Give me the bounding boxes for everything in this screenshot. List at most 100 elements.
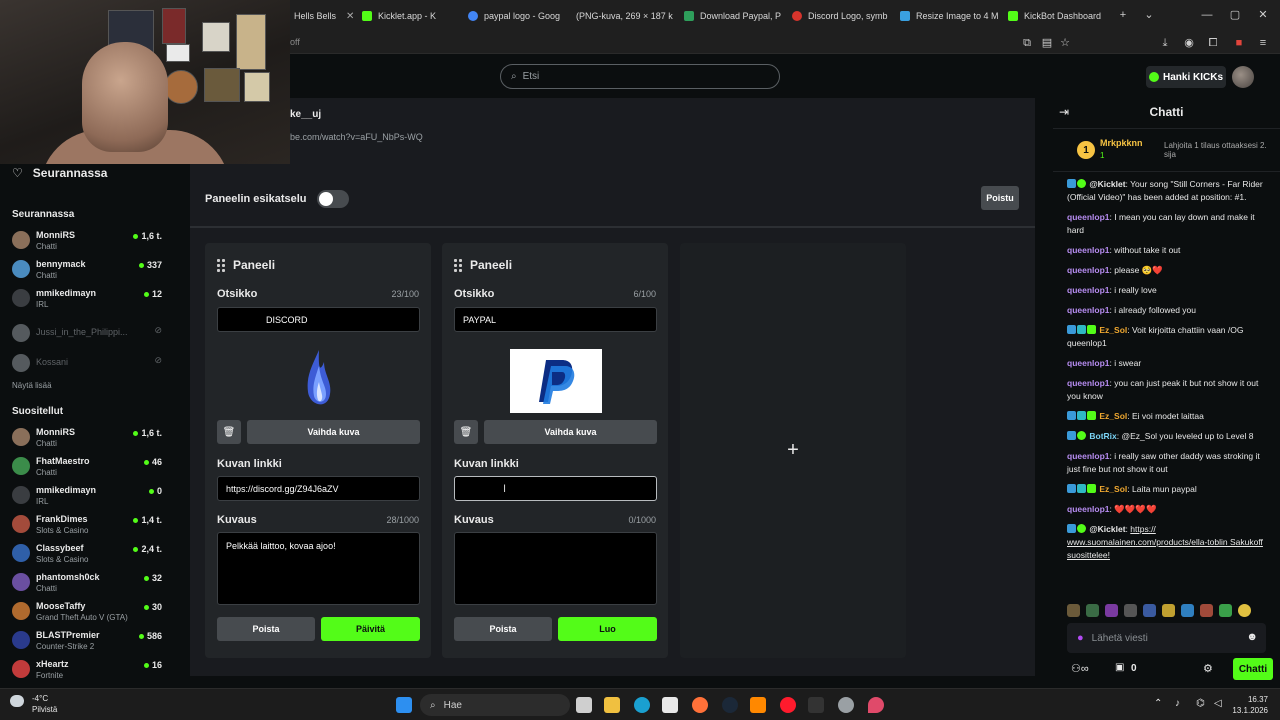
delete-panel-button[interactable]: Poista bbox=[217, 617, 315, 641]
chat-username[interactable]: @Kicklet bbox=[1089, 524, 1125, 534]
obs-icon[interactable] bbox=[838, 697, 854, 713]
windows-start-icon[interactable] bbox=[396, 697, 412, 713]
emote-icon[interactable] bbox=[1219, 604, 1232, 617]
terminal-icon[interactable] bbox=[808, 697, 824, 713]
sidebar-channel[interactable]: MonniRS Chatti 1,6 t. bbox=[12, 228, 162, 254]
profile-avatar[interactable] bbox=[1232, 66, 1254, 88]
points-icon[interactable]: ▣ bbox=[1115, 662, 1124, 673]
chat-username[interactable]: queenlop1 bbox=[1067, 305, 1110, 315]
sidebar-channel[interactable]: bennymack Chatti 337 bbox=[12, 257, 162, 283]
taskbar-search[interactable]: ⌕ Hae bbox=[420, 694, 570, 716]
emote-icon[interactable] bbox=[1162, 604, 1175, 617]
star-icon[interactable]: ☆ bbox=[1058, 36, 1072, 50]
extensions-icon[interactable]: ⧠ bbox=[1206, 36, 1220, 50]
gift-prompt[interactable]: Lahjoita 1 tilaus ottaaksesi 2. sija bbox=[1164, 141, 1269, 159]
sidebar-channel[interactable]: mmikedimayn IRL 0 bbox=[12, 483, 162, 509]
sidebar-channel[interactable]: xHeartz Fortnite 16 bbox=[12, 657, 162, 683]
volume-icon[interactable]: ◁ bbox=[1214, 698, 1222, 709]
chat-username[interactable]: queenlop1 bbox=[1067, 358, 1110, 368]
browser-tab[interactable]: (PNG-kuva, 269 × 187 k bbox=[576, 6, 676, 26]
sidebar-channel-offline[interactable]: Jussi_in_the_Philippi... ⊘ bbox=[12, 321, 162, 347]
weather-widget[interactable]: -4°C Pilvistä bbox=[10, 693, 57, 715]
chat-send-button[interactable]: Chatti bbox=[1233, 658, 1273, 680]
emote-icon[interactable] bbox=[1124, 604, 1137, 617]
gifter-name[interactable]: Mrkpkknn bbox=[1100, 138, 1143, 148]
vlc-icon[interactable] bbox=[750, 697, 766, 713]
firefox-icon[interactable] bbox=[692, 697, 708, 713]
create-panel-button[interactable]: Luo bbox=[558, 617, 657, 641]
panel-preview-toggle[interactable] bbox=[316, 190, 349, 208]
opera-icon[interactable] bbox=[780, 697, 796, 713]
address-text[interactable]: off bbox=[290, 37, 300, 47]
extension-badge-icon[interactable]: ■ bbox=[1232, 36, 1246, 50]
account-icon[interactable]: ◉ bbox=[1182, 36, 1196, 50]
chevron-down-icon[interactable]: ⌄ bbox=[1142, 8, 1156, 22]
browser-tab[interactable]: Download Paypal, P bbox=[684, 6, 784, 26]
new-tab-icon[interactable]: + bbox=[1116, 8, 1130, 22]
users-icon[interactable]: ⚇∞ bbox=[1071, 662, 1089, 675]
delete-image-button[interactable]: 🗑 bbox=[217, 420, 241, 444]
update-panel-button[interactable]: Päivitä bbox=[321, 617, 420, 641]
minimize-icon[interactable]: — bbox=[1200, 8, 1214, 22]
emote-icon[interactable] bbox=[1105, 604, 1118, 617]
sidebar-channel[interactable]: FrankDimes Slots & Casino 1,4 t. bbox=[12, 512, 162, 538]
download-icon[interactable]: ⤓ bbox=[1158, 36, 1172, 50]
close-window-icon[interactable]: ✕ bbox=[1256, 8, 1270, 22]
chat-username[interactable]: queenlop1 bbox=[1067, 378, 1110, 388]
emote-icon[interactable] bbox=[1067, 604, 1080, 617]
chat-username[interactable]: queenlop1 bbox=[1067, 245, 1110, 255]
file-explorer-icon[interactable] bbox=[604, 697, 620, 713]
drag-handle-icon[interactable] bbox=[217, 258, 225, 272]
edge-icon[interactable] bbox=[634, 697, 650, 713]
sidebar-channel[interactable]: phantomsh0ck Chatti 32 bbox=[12, 570, 162, 596]
following-header[interactable]: ♡ Seurannassa bbox=[12, 166, 107, 180]
chat-username[interactable]: Ez_Sol bbox=[1099, 325, 1127, 335]
exit-button[interactable]: Poistu bbox=[981, 186, 1019, 210]
show-more-link[interactable]: Näytä lisää bbox=[12, 381, 52, 390]
chat-username[interactable]: queenlop1 bbox=[1067, 212, 1110, 222]
sidebar-channel[interactable]: MooseTaffy Grand Theft Auto V (GTA) 30 bbox=[12, 599, 162, 625]
sidebar-channel-offline[interactable]: Kossani ⊘ bbox=[12, 351, 162, 377]
chat-username[interactable]: queenlop1 bbox=[1067, 265, 1110, 275]
chat-username[interactable]: Ez_Sol bbox=[1099, 411, 1127, 421]
microphone-icon[interactable]: ♪ bbox=[1175, 698, 1180, 709]
chat-username[interactable]: BotRix bbox=[1089, 431, 1116, 441]
maximize-icon[interactable]: ▢ bbox=[1228, 8, 1242, 22]
sidebar-channel[interactable]: mmikedimayn IRL 12 bbox=[12, 286, 162, 312]
emote-icon[interactable] bbox=[1200, 604, 1213, 617]
chat-username[interactable]: @Kicklet bbox=[1089, 179, 1125, 189]
sidebar-channel[interactable]: MonniRS Chatti 1,6 t. bbox=[12, 425, 162, 451]
chat-username[interactable]: queenlop1 bbox=[1067, 451, 1110, 461]
menu-icon[interactable]: ≡ bbox=[1256, 36, 1270, 50]
browser-tab[interactable]: Hells Bells ✕ bbox=[294, 6, 358, 26]
browser-tab[interactable]: Kicklet.app - K bbox=[362, 6, 462, 26]
steam-icon[interactable] bbox=[722, 697, 738, 713]
add-panel-button[interactable]: + bbox=[680, 243, 906, 658]
image-link-input[interactable] bbox=[454, 476, 657, 501]
close-icon[interactable]: ✕ bbox=[1111, 11, 1112, 22]
image-link-input[interactable]: https://discord.gg/Z94J6aZV bbox=[217, 476, 420, 501]
description-textarea[interactable]: Pelkkää laittoo, kovaa ajoo! bbox=[217, 532, 420, 605]
app-icon[interactable] bbox=[868, 697, 884, 713]
chat-username[interactable]: queenlop1 bbox=[1067, 285, 1110, 295]
search-input[interactable]: ⌕ Etsi bbox=[500, 64, 780, 89]
chat-message-input[interactable]: ● Lähetä viesti ☻ bbox=[1067, 623, 1266, 653]
tray-chevron-icon[interactable]: ⌃ bbox=[1154, 698, 1162, 709]
sidebar-channel[interactable]: FhatMaestro Chatti 46 bbox=[12, 454, 162, 480]
change-image-button[interactable]: Vaihda kuva bbox=[484, 420, 657, 444]
delete-image-button[interactable]: 🗑 bbox=[454, 420, 478, 444]
microphone-icon[interactable]: ● bbox=[1077, 632, 1084, 644]
title-input[interactable]: PAYPAL bbox=[454, 307, 657, 332]
get-kicks-button[interactable]: Hanki KICKs bbox=[1146, 66, 1226, 88]
title-input[interactable]: DISCORD bbox=[217, 307, 420, 332]
description-textarea[interactable] bbox=[454, 532, 657, 605]
chat-username[interactable]: queenlop1 bbox=[1067, 504, 1110, 514]
sidebar-channel[interactable]: Classybeef Slots & Casino 2,4 t. bbox=[12, 541, 162, 567]
reader-icon[interactable]: ▤ bbox=[1040, 36, 1054, 50]
emote-icon[interactable] bbox=[1238, 604, 1251, 617]
browser-tab-active[interactable]: KickBot Dashboard ✕ bbox=[1008, 6, 1112, 26]
browser-tab[interactable]: paypal logo - Goog bbox=[468, 6, 568, 26]
store-icon[interactable] bbox=[662, 697, 678, 713]
browser-tab[interactable]: Discord Logo, symb bbox=[792, 6, 892, 26]
emoji-icon[interactable]: ☻ bbox=[1246, 631, 1258, 643]
